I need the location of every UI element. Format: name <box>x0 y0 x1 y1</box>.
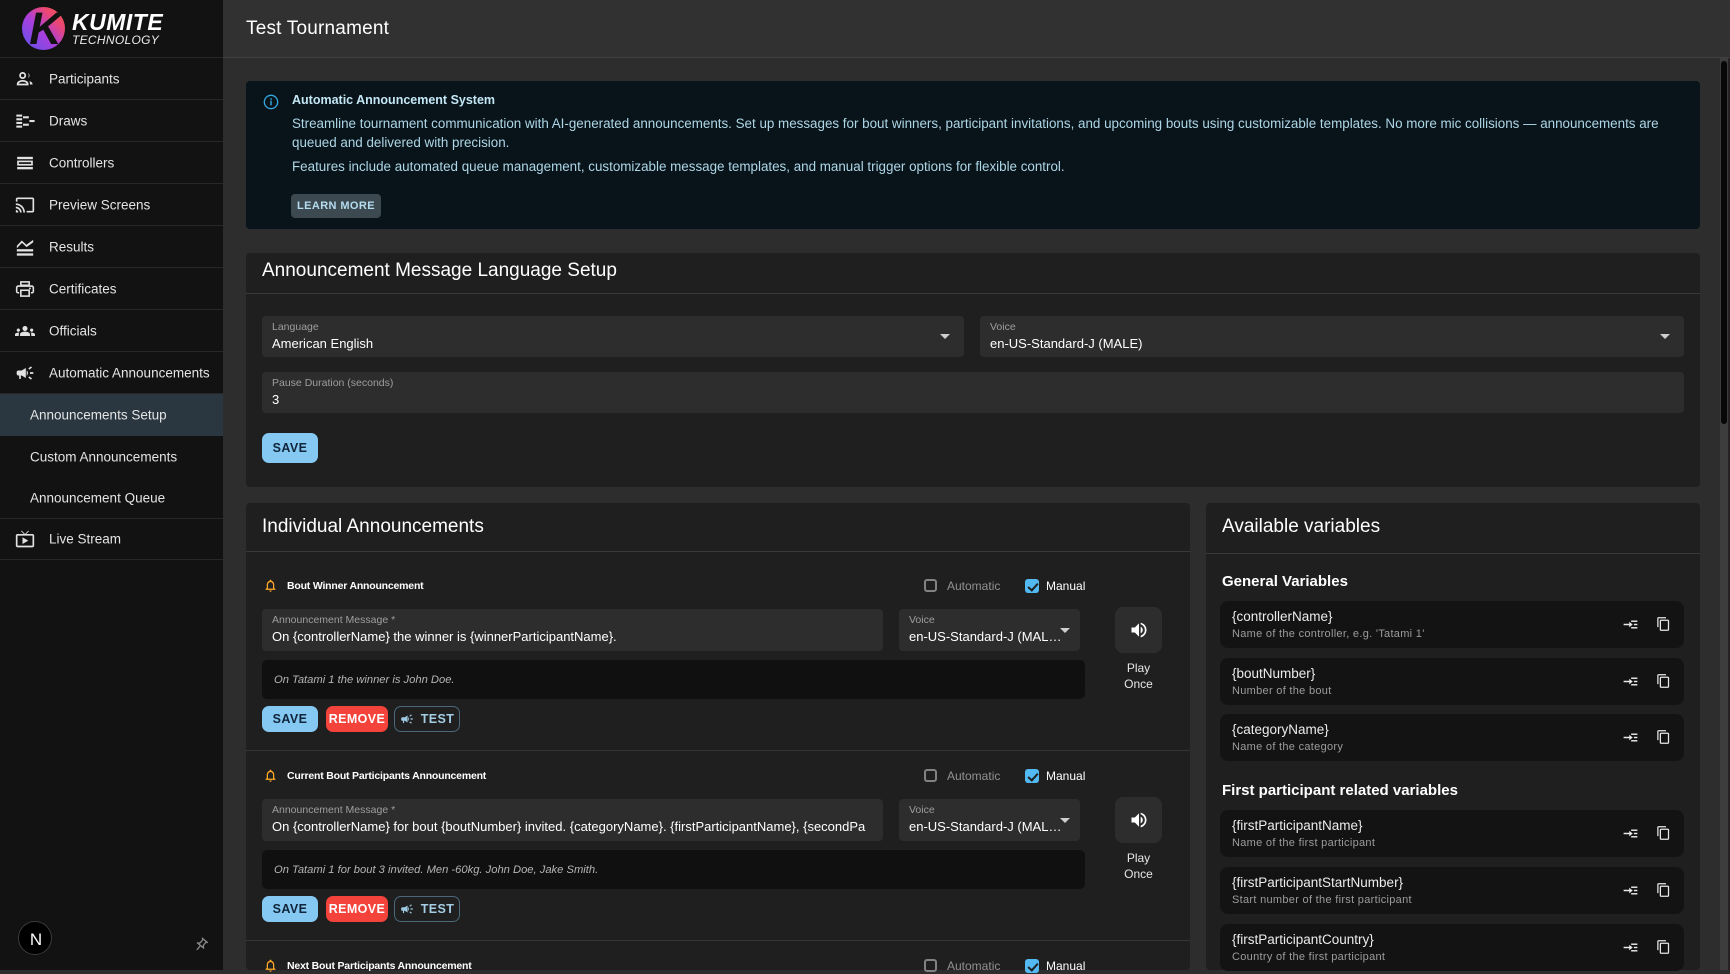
svg-text:K: K <box>29 7 65 50</box>
svg-text:N: N <box>30 930 42 949</box>
